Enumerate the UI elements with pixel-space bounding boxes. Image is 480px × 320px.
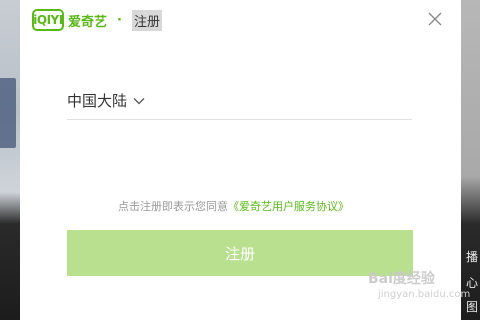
watermark: Bai度经验 (368, 271, 435, 287)
dialog-title: 注册 (131, 9, 162, 31)
region-label: 中国大陆 (67, 92, 128, 110)
iqiyi-logo: iQIYI (32, 9, 64, 31)
watermark-url: jingyan.baidu.com (378, 289, 471, 300)
background-page-right: 播 心 图 (461, 0, 480, 320)
region-underline (67, 119, 412, 120)
background-graphic (0, 78, 16, 148)
region-select[interactable]: 中国大陆 (67, 90, 145, 111)
title-separator: · (117, 12, 122, 28)
background-text: 图 (465, 300, 478, 314)
agreement-prefix: 点击注册即表示您同意 (118, 200, 228, 213)
dialog-header: iQIYI 爱奇艺 · 注册 (32, 8, 162, 32)
close-icon[interactable] (427, 11, 443, 27)
brand-name: 爱奇艺 (68, 14, 108, 30)
chevron-down-icon (133, 97, 145, 104)
agreement-text: 点击注册即表示您同意《爱奇艺用户服务协议》 (118, 198, 349, 214)
register-button[interactable]: 注册 (67, 230, 413, 276)
background-text: 播 (465, 250, 478, 264)
background-page-left (0, 0, 20, 320)
service-agreement-link[interactable]: 《爱奇艺用户服务协议》 (228, 200, 349, 213)
